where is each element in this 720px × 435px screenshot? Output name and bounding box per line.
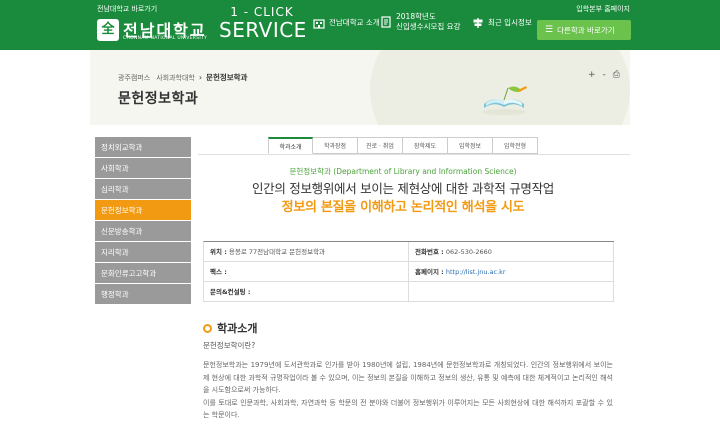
sidebar-item-political-science[interactable]: 정치외교학과 xyxy=(95,137,191,158)
university-logo[interactable]: 全 전남대학교 CHONNAM NATIONAL UNIVERSITY xyxy=(97,17,215,45)
intro-paragraph-1: 문헌정보학과는 1979년에 도서관학과로 인가를 받아 1980년에 설립, … xyxy=(203,361,613,394)
breadcrumb-campus[interactable]: 광주캠퍼스 xyxy=(118,73,150,83)
sidebar-item-psychology[interactable]: 심리학과 xyxy=(95,179,191,200)
info-location: 위치 : 용봉로 77전남대학교 문헌정보학과 xyxy=(204,242,409,261)
sidebar-item-library-science[interactable]: 문헌정보학과 xyxy=(95,200,191,221)
sidebar-item-public-administration[interactable]: 행정학과 xyxy=(95,284,191,305)
logo-text-en: CHONNAM NATIONAL UNIVERSITY xyxy=(123,36,208,41)
homepage-link[interactable]: http://list.jnu.ac.kr xyxy=(446,268,506,276)
tab-admission-info[interactable]: 입학정보 xyxy=(448,137,493,154)
info-fax: 팩스 : xyxy=(204,262,409,281)
info-consulting: 문의&컨설팅 : xyxy=(204,282,409,301)
print-icon[interactable]: ⎙ xyxy=(613,70,620,80)
nav-label: 2018학년도 신입생수시모집 요강 xyxy=(396,12,460,32)
cnu-homepage-link[interactable]: 전남대학교 바로가기 xyxy=(97,4,157,14)
nav-label-line1: 2018학년도 xyxy=(396,12,436,21)
intro-body: 문헌정보학과는 1979년에 도서관학과로 인가를 받아 1980년에 설립, … xyxy=(203,359,613,422)
zoom-in-icon[interactable]: + xyxy=(588,70,596,80)
admission-homepage-link[interactable]: 입학본부 홈페이지 xyxy=(576,4,630,14)
department-english-name: 문헌정보학과 (Department of Library and Inform… xyxy=(289,167,517,176)
tab-strengths[interactable]: 학과장점 xyxy=(313,137,358,154)
content-tabs: 학과소개 학과장점 진로 · 취업 장학제도 입학정보 입학전형 xyxy=(268,137,538,154)
info-phone: 전화번호 : 062-530-2660 xyxy=(409,242,614,261)
consulting-label: 문의&컨설팅 : xyxy=(210,288,251,296)
info-row: 위치 : 용봉로 77전남대학교 문헌정보학과 전화번호 : 062-530-2… xyxy=(204,242,614,262)
info-homepage: 홈페이지 : http://list.jnu.ac.kr xyxy=(409,262,614,281)
sidebar-item-sociology[interactable]: 사회학과 xyxy=(95,158,191,179)
sidebar-item-geography[interactable]: 지리학과 xyxy=(95,242,191,263)
tab-department-intro[interactable]: 학과소개 xyxy=(268,137,313,154)
breadcrumb-college[interactable]: 사회과학대학 xyxy=(156,73,195,83)
info-row: 팩스 : 홈페이지 : http://list.jnu.ac.kr xyxy=(204,262,614,282)
sidebar-item-anthropology[interactable]: 문화인류고고학과 xyxy=(95,263,191,284)
section-title: 학과소개 xyxy=(203,320,257,336)
nav-recent-admission-info[interactable]: 최근 입시정보 xyxy=(472,17,532,29)
chevron-right-icon: › xyxy=(198,73,203,82)
menu-icon: ☰ xyxy=(545,25,554,35)
nav-university-intro[interactable]: 전남대학교 소개 xyxy=(313,17,380,29)
zoom-out-icon[interactable]: - xyxy=(603,70,606,80)
fax-label: 팩스 : xyxy=(210,268,227,276)
phone-label: 전화번호 : xyxy=(415,248,444,256)
headline-line1: 인간의 정보행위에서 보이는 제현상에 대한 과학적 규명작업 xyxy=(251,181,555,196)
breadcrumb: 광주캠퍼스 사회과학대학 › 문헌정보학과 xyxy=(118,72,247,83)
service-title-line1: 1 - CLICK xyxy=(230,5,294,19)
page-banner: 광주캠퍼스 사회과학대학 › 문헌정보학과 문헌정보학과 + - ⎙ xyxy=(90,50,630,125)
signpost-icon xyxy=(472,17,484,29)
one-click-service-title: 1 - CLICK SERVICE xyxy=(219,5,307,42)
location-label: 위치 : xyxy=(210,248,227,256)
nav-label: 최근 입시정보 xyxy=(488,18,532,27)
info-empty-cell xyxy=(409,282,614,301)
page-tools: + - ⎙ xyxy=(588,70,620,80)
building-icon xyxy=(313,17,325,29)
book-illustration-icon xyxy=(482,86,527,115)
info-row: 문의&컨설팅 : xyxy=(204,282,614,302)
intro-question: 문헌정보학이란? xyxy=(203,341,256,350)
nav-label: 전남대학교 소개 xyxy=(329,18,380,27)
phone-value: 062-530-2660 xyxy=(445,248,492,256)
location-value: 용봉로 77전남대학교 문헌정보학과 xyxy=(228,248,326,256)
section-title-text: 학과소개 xyxy=(217,322,258,335)
nav-admission-guide[interactable]: 2018학년도 신입생수시모집 요강 xyxy=(380,12,460,32)
breadcrumb-current: 문헌정보학과 xyxy=(206,73,248,82)
other-department-label: 다른학과 바로가기 xyxy=(557,25,615,35)
sidebar-item-journalism[interactable]: 신문방송학과 xyxy=(95,221,191,242)
tab-career[interactable]: 진로 · 취업 xyxy=(358,137,403,154)
circle-bullet-icon xyxy=(203,323,212,333)
headline-line2: 정보의 본질을 이해하고 논리적인 해석을 시도 xyxy=(281,200,525,215)
intro-paragraph-2: 이를 토대로 인문과학, 사회과학, 자연과학 등 학문의 전 분야와 더불어 … xyxy=(203,398,613,420)
homepage-label: 홈페이지 : xyxy=(415,268,444,276)
nav-label-line2: 신입생수시모집 요강 xyxy=(396,22,461,31)
page-title: 문헌정보학과 xyxy=(118,91,199,107)
other-department-button[interactable]: ☰ 다른학과 바로가기 xyxy=(537,20,631,40)
university-emblem-icon: 全 xyxy=(97,19,119,41)
department-sidebar: 정치외교학과 사회학과 심리학과 문헌정보학과 신문방송학과 지리학과 문화인류… xyxy=(95,137,191,305)
department-info-table: 위치 : 용봉로 77전남대학교 문헌정보학과 전화번호 : 062-530-2… xyxy=(203,241,614,302)
tab-scholarship[interactable]: 장학제도 xyxy=(403,137,448,154)
tab-admission-process[interactable]: 입학전형 xyxy=(493,137,538,154)
service-title-line2: SERVICE xyxy=(219,18,307,42)
top-header: 전남대학교 바로가기 입학본부 홈페이지 全 전남대학교 CHONNAM NAT… xyxy=(0,0,720,50)
document-icon xyxy=(380,16,392,28)
